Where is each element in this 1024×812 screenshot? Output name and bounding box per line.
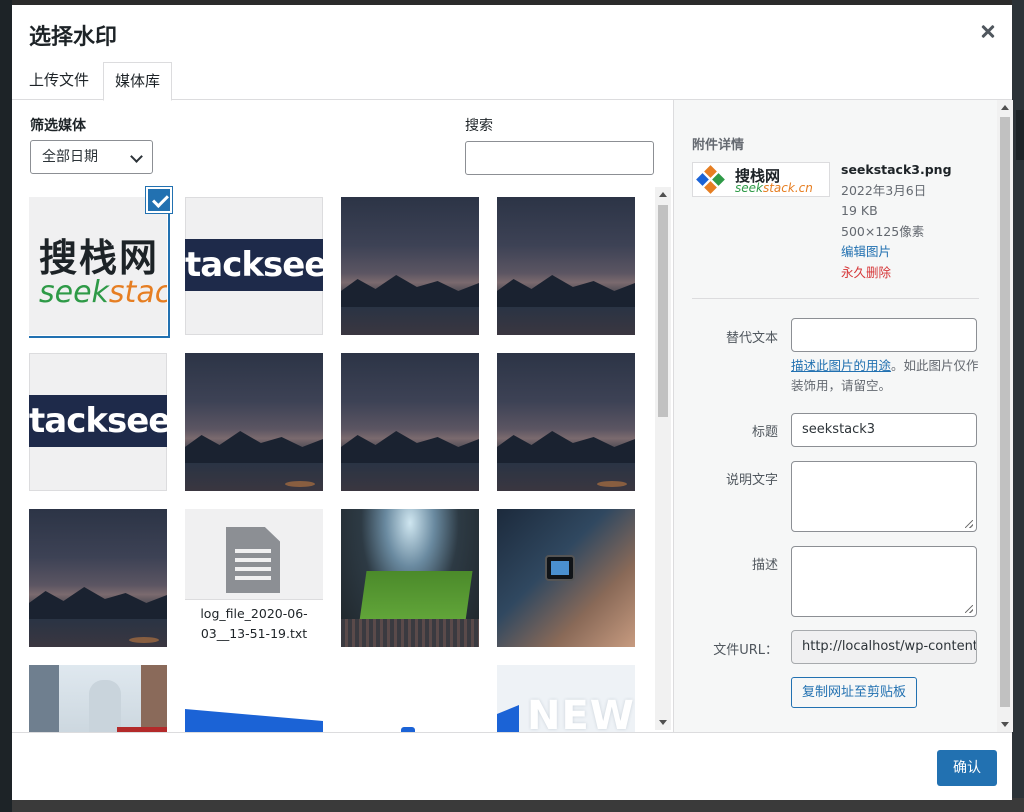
attachment-logo-selected[interactable]: 搜栈网 seekstack [29, 197, 167, 335]
selected-check-icon[interactable] [146, 187, 172, 213]
admin-menu-backdrop [0, 0, 12, 812]
file-url-field[interactable]: http://localhost/wp-content/uploads/2022… [791, 630, 977, 664]
attachment-night-sky[interactable] [341, 197, 479, 335]
alt-text-field[interactable] [791, 318, 977, 352]
confirm-button[interactable]: 确认 [937, 750, 997, 786]
news-text: NEWS [527, 693, 635, 732]
attachment-thumbnail: 搜栈网 seekstack.cn [692, 162, 830, 197]
attachment-meta: seekstack3.png 2022年3月6日 19 KB 500×125像素… [841, 160, 952, 283]
title-label: 标题 [751, 425, 778, 440]
scrollbar-thumb[interactable] [658, 205, 668, 417]
filter-media-label: 筛选媒体 [30, 118, 86, 134]
chevron-down-icon [130, 150, 143, 163]
attachment-blue-graphic[interactable] [185, 665, 323, 732]
scroll-up-icon[interactable] [1001, 105, 1009, 110]
close-icon[interactable] [976, 19, 1000, 43]
modal-toolbar: 确认 [12, 732, 1012, 800]
edit-image-link[interactable]: 编辑图片 [841, 242, 952, 263]
upload-date: 2022年3月6日 [841, 182, 927, 198]
media-modal: 选择水印 上传文件 媒体库 筛选媒体 全部日期 搜索 搜栈网 seekstack… [12, 5, 1013, 800]
attachment-night-sky[interactable] [341, 353, 479, 491]
banner-text: tacksee [185, 239, 323, 291]
search-input[interactable] [465, 141, 654, 175]
caption-label: 说明文字 [725, 473, 778, 488]
admin-footer-backdrop [12, 798, 1024, 812]
logo-mark-icon [696, 165, 725, 194]
description-field[interactable] [791, 546, 977, 617]
attachment-night-sky[interactable] [29, 509, 167, 647]
alt-text-help-link[interactable]: 描述此图片的用途 [791, 358, 891, 373]
filename: seekstack3.png [841, 162, 952, 177]
search-label: 搜索 [465, 118, 493, 134]
attachment-details-heading: 附件详情 [692, 138, 745, 153]
attachment-banner[interactable]: tacksee [29, 353, 167, 491]
modal-header: 选择水印 [12, 5, 1012, 63]
attachments-browser: 筛选媒体 全部日期 搜索 搜栈网 seekstack tacksee [12, 100, 673, 732]
alt-text-help: 描述此图片的用途。如此图片仅作装饰用，请留空。 [791, 358, 979, 393]
scroll-down-icon[interactable] [1001, 722, 1009, 727]
file-url-label: 文件URL： [713, 643, 778, 658]
attachment-news[interactable]: NEWS [497, 665, 635, 732]
document-filename: log_file_2020-06-03__13-51-19.txt [185, 599, 323, 647]
caption-field[interactable] [791, 461, 977, 532]
logo-chinese-text: 搜栈网 [39, 236, 160, 280]
description-label: 描述 [751, 558, 778, 573]
alt-text-label: 替代文本 [725, 331, 778, 346]
date-filter-value: 全部日期 [42, 149, 98, 165]
scrollbar-thumb[interactable] [1000, 117, 1010, 707]
scroll-up-icon[interactable] [659, 192, 667, 197]
attachment-night-sky[interactable] [185, 353, 323, 491]
modal-title: 选择水印 [29, 25, 118, 50]
attachment-document[interactable]: log_file_2020-06-03__13-51-19.txt [185, 509, 323, 647]
divider [692, 298, 979, 299]
attachment-blue-graphic[interactable] [341, 665, 479, 732]
tab-media-library[interactable]: 媒体库 [103, 62, 173, 101]
attachments-grid: 搜栈网 seekstack tacksee tacksee [29, 197, 655, 732]
scroll-down-icon[interactable] [659, 720, 667, 725]
attachment-details-sidebar: 附件详情 搜栈网 seekstack.cn seekstack3.png 202… [673, 100, 1013, 732]
document-icon [226, 527, 280, 593]
date-filter-select[interactable]: 全部日期 [30, 140, 153, 174]
logo-english-text: seekstack [39, 275, 167, 310]
sidebar-scrollbar[interactable] [997, 100, 1013, 732]
dimensions: 500×125像素 [841, 223, 925, 239]
admin-backdrop-right [1012, 0, 1024, 812]
attachment-city[interactable] [29, 665, 167, 732]
file-size: 19 KB [841, 203, 878, 218]
attachment-stadium[interactable] [341, 509, 479, 647]
tab-upload-files[interactable]: 上传文件 [19, 62, 99, 100]
attachment-night-sky[interactable] [497, 353, 635, 491]
attachment-banner[interactable]: tacksee [185, 197, 323, 335]
attachments-scrollbar[interactable] [655, 187, 671, 730]
attachment-smartwatch[interactable] [497, 509, 635, 647]
router-tabs: 上传文件 媒体库 [12, 62, 1012, 101]
title-field[interactable]: seekstack3 [791, 413, 977, 447]
thumb-english-text: seekstack.cn [735, 181, 813, 195]
copy-url-button[interactable]: 复制网址至剪贴板 [791, 677, 918, 708]
attachment-night-sky[interactable] [497, 197, 635, 335]
banner-text: tacksee [29, 395, 167, 447]
delete-permanently-link[interactable]: 永久删除 [841, 263, 952, 284]
